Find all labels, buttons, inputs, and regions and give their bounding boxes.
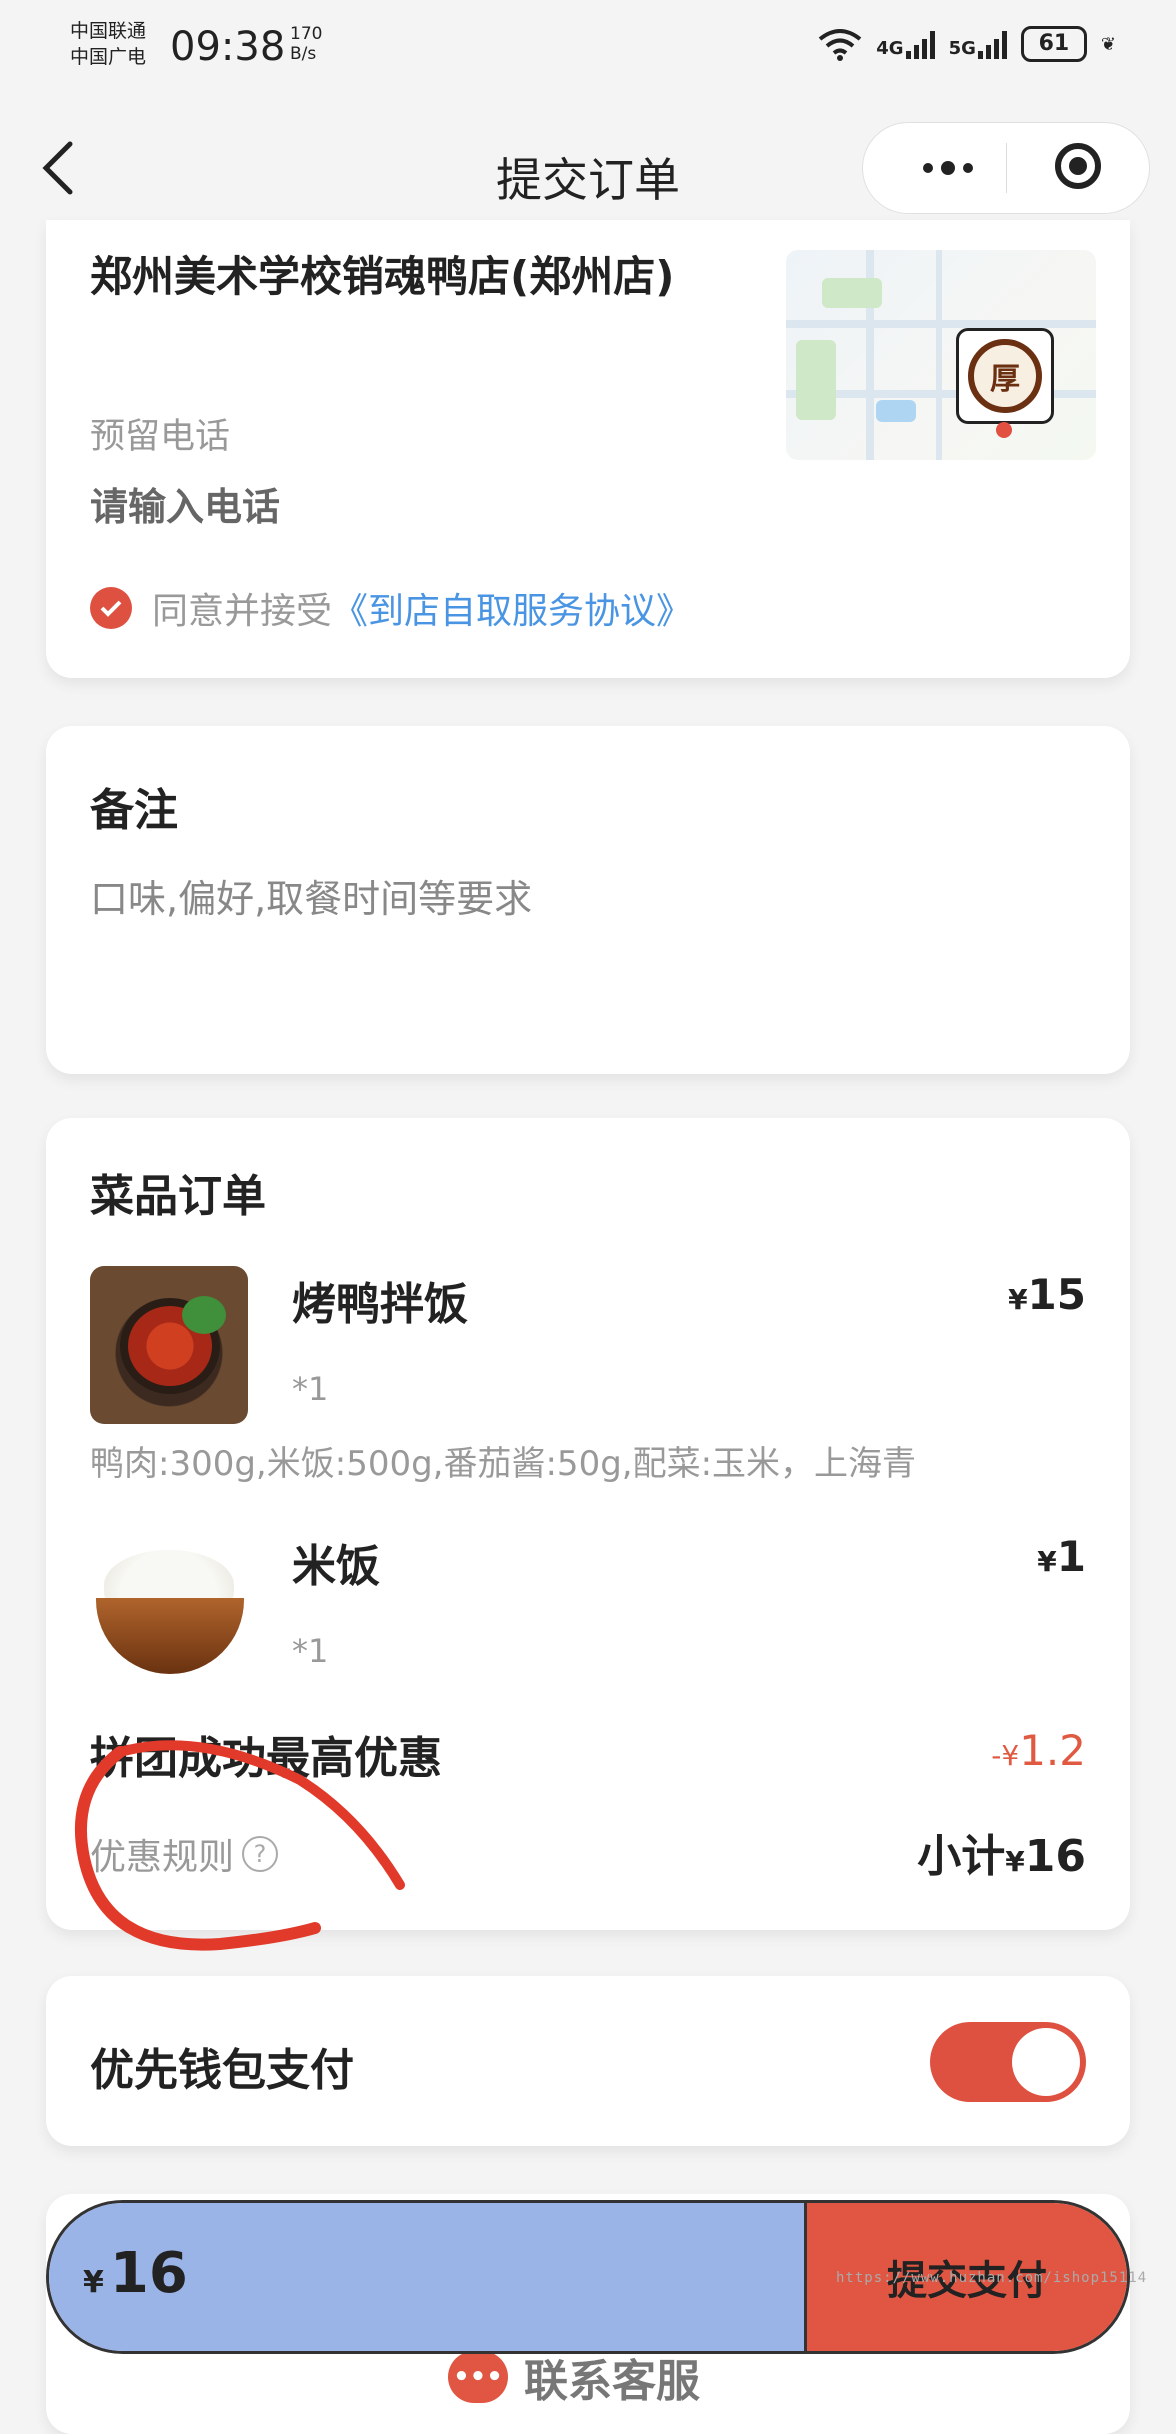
agree-checkbox[interactable] bbox=[90, 587, 132, 629]
check-icon bbox=[100, 600, 122, 617]
remark-card: 备注 口味,偏好,取餐时间等要求 bbox=[46, 726, 1130, 1074]
subtotal-currency: ¥ bbox=[1005, 1845, 1025, 1878]
subtotal-value: 16 bbox=[1024, 1831, 1086, 1882]
status-icons: 4G 5G 61 ❦ bbox=[818, 26, 1116, 62]
chat-icon: ••• bbox=[448, 2351, 508, 2403]
carrier-2: 中国广电 bbox=[70, 46, 147, 68]
price-value: 15 bbox=[1027, 1270, 1086, 1319]
more-button[interactable] bbox=[903, 145, 993, 191]
agree-text: 同意并接受 bbox=[152, 591, 333, 632]
mini-program-capsule bbox=[862, 122, 1150, 214]
dot-icon bbox=[941, 161, 955, 175]
network-speed: 170 B/s bbox=[290, 24, 322, 64]
net-type-2: 5G bbox=[948, 38, 976, 59]
carrier-1: 中国联通 bbox=[70, 20, 147, 42]
order-title: 菜品订单 bbox=[90, 1171, 266, 1222]
currency-symbol: ¥ bbox=[1008, 1283, 1028, 1316]
total-currency: ¥ bbox=[83, 2265, 104, 2300]
dot-icon bbox=[963, 163, 973, 173]
dish-price: ¥15 bbox=[1008, 1270, 1086, 1319]
store-name: 郑州美术学校销魂鸭店(郑州店) bbox=[90, 252, 675, 301]
signal-5g-icon: 5G bbox=[949, 29, 1007, 59]
currency-symbol: ¥ bbox=[1037, 1545, 1057, 1578]
toggle-knob bbox=[1012, 2028, 1080, 2096]
speed-unit: B/s bbox=[290, 44, 317, 64]
dish-name: 烤鸭拌饭 bbox=[292, 1279, 468, 1330]
service-label: 联系客服 bbox=[524, 2356, 700, 2407]
discount-currency: ¥ bbox=[1001, 1739, 1020, 1772]
remark-input[interactable]: 口味,偏好,取餐时间等要求 bbox=[90, 868, 532, 923]
battery-icon: 61 bbox=[1020, 26, 1087, 62]
wifi-icon bbox=[819, 29, 862, 61]
close-target-button[interactable] bbox=[1055, 143, 1101, 189]
dot-icon bbox=[923, 163, 933, 173]
discount-amount: -¥1.2 bbox=[991, 1726, 1086, 1775]
speed-value: 170 bbox=[290, 24, 323, 44]
map-pin-icon bbox=[996, 422, 1012, 438]
order-card: 菜品订单 烤鸭拌饭 *1 ¥15 鸭肉:300g,米饭:500g,番茄酱:50g… bbox=[46, 1118, 1130, 1930]
group-buy-discount-title: 拼团成功最高优惠 bbox=[90, 1733, 442, 1784]
signal-4g-icon: 4G bbox=[876, 29, 935, 59]
agreement-row: 同意并接受 《到店自取服务协议》 bbox=[90, 582, 692, 634]
store-logo: 厚 bbox=[968, 339, 1042, 413]
store-map[interactable]: 厚 bbox=[786, 250, 1096, 460]
phone-input[interactable]: 请输入电话 bbox=[90, 476, 280, 531]
net-type-1: 4G bbox=[876, 38, 904, 59]
watermark: https://www.huzhan.com/ishop15114 bbox=[836, 2270, 1148, 2286]
wallet-card: 优先钱包支付 bbox=[46, 1976, 1130, 2146]
subtotal: 小计¥16 bbox=[917, 1820, 1086, 1884]
total-amount: ¥16 bbox=[83, 2241, 188, 2306]
price-value: 1 bbox=[1056, 1532, 1086, 1581]
dish-spec: 鸭肉:300g,米饭:500g,番茄酱:50g,配菜:玉米，上海青 bbox=[90, 1444, 917, 1484]
dish-name: 米饭 bbox=[292, 1541, 380, 1592]
discount-value: 1.2 bbox=[1019, 1726, 1086, 1775]
dish-price: ¥1 bbox=[1037, 1532, 1086, 1581]
leaf-icon: ❦ bbox=[1100, 33, 1116, 55]
status-bar: 中国联通 中国广电 09:38 170 B/s 4G 5G 61 ❦ bbox=[0, 0, 1176, 100]
dish-qty: *1 bbox=[292, 1632, 329, 1670]
store-logo-marker: 厚 bbox=[956, 328, 1054, 424]
wallet-pay-label: 优先钱包支付 bbox=[90, 2045, 354, 2096]
contact-service-button[interactable]: ••• 联系客服 bbox=[448, 2345, 700, 2409]
total-value: 16 bbox=[109, 2241, 188, 2306]
question-icon: ? bbox=[242, 1836, 279, 1872]
rules-label: 优惠规则 bbox=[90, 1837, 235, 1878]
dish-image-roast-duck-rice bbox=[90, 1266, 248, 1424]
dish-image-rice bbox=[90, 1530, 248, 1688]
clock: 09:38 bbox=[170, 24, 286, 70]
dish-qty: *1 bbox=[292, 1370, 329, 1408]
phone-label: 预留电话 bbox=[90, 417, 231, 457]
discount-rules-link[interactable]: 优惠规则 ? bbox=[90, 1828, 279, 1880]
carrier-info: 中国联通 中国广电 bbox=[70, 18, 146, 70]
store-card: 郑州美术学校销魂鸭店(郑州店) 厚 预留电话 请输入电话 同意并接受 《到店自取… bbox=[46, 220, 1130, 678]
pay-total: ¥16 bbox=[49, 2203, 807, 2351]
capsule-divider bbox=[1006, 143, 1007, 193]
discount-prefix: - bbox=[991, 1739, 1002, 1772]
wallet-pay-toggle[interactable] bbox=[930, 2022, 1086, 2102]
remark-title: 备注 bbox=[90, 785, 178, 836]
nav-bar: 提交订单 bbox=[0, 120, 1176, 220]
subtotal-label: 小计 bbox=[917, 1831, 1006, 1882]
pickup-agreement-link[interactable]: 《到店自取服务协议》 bbox=[332, 582, 692, 634]
